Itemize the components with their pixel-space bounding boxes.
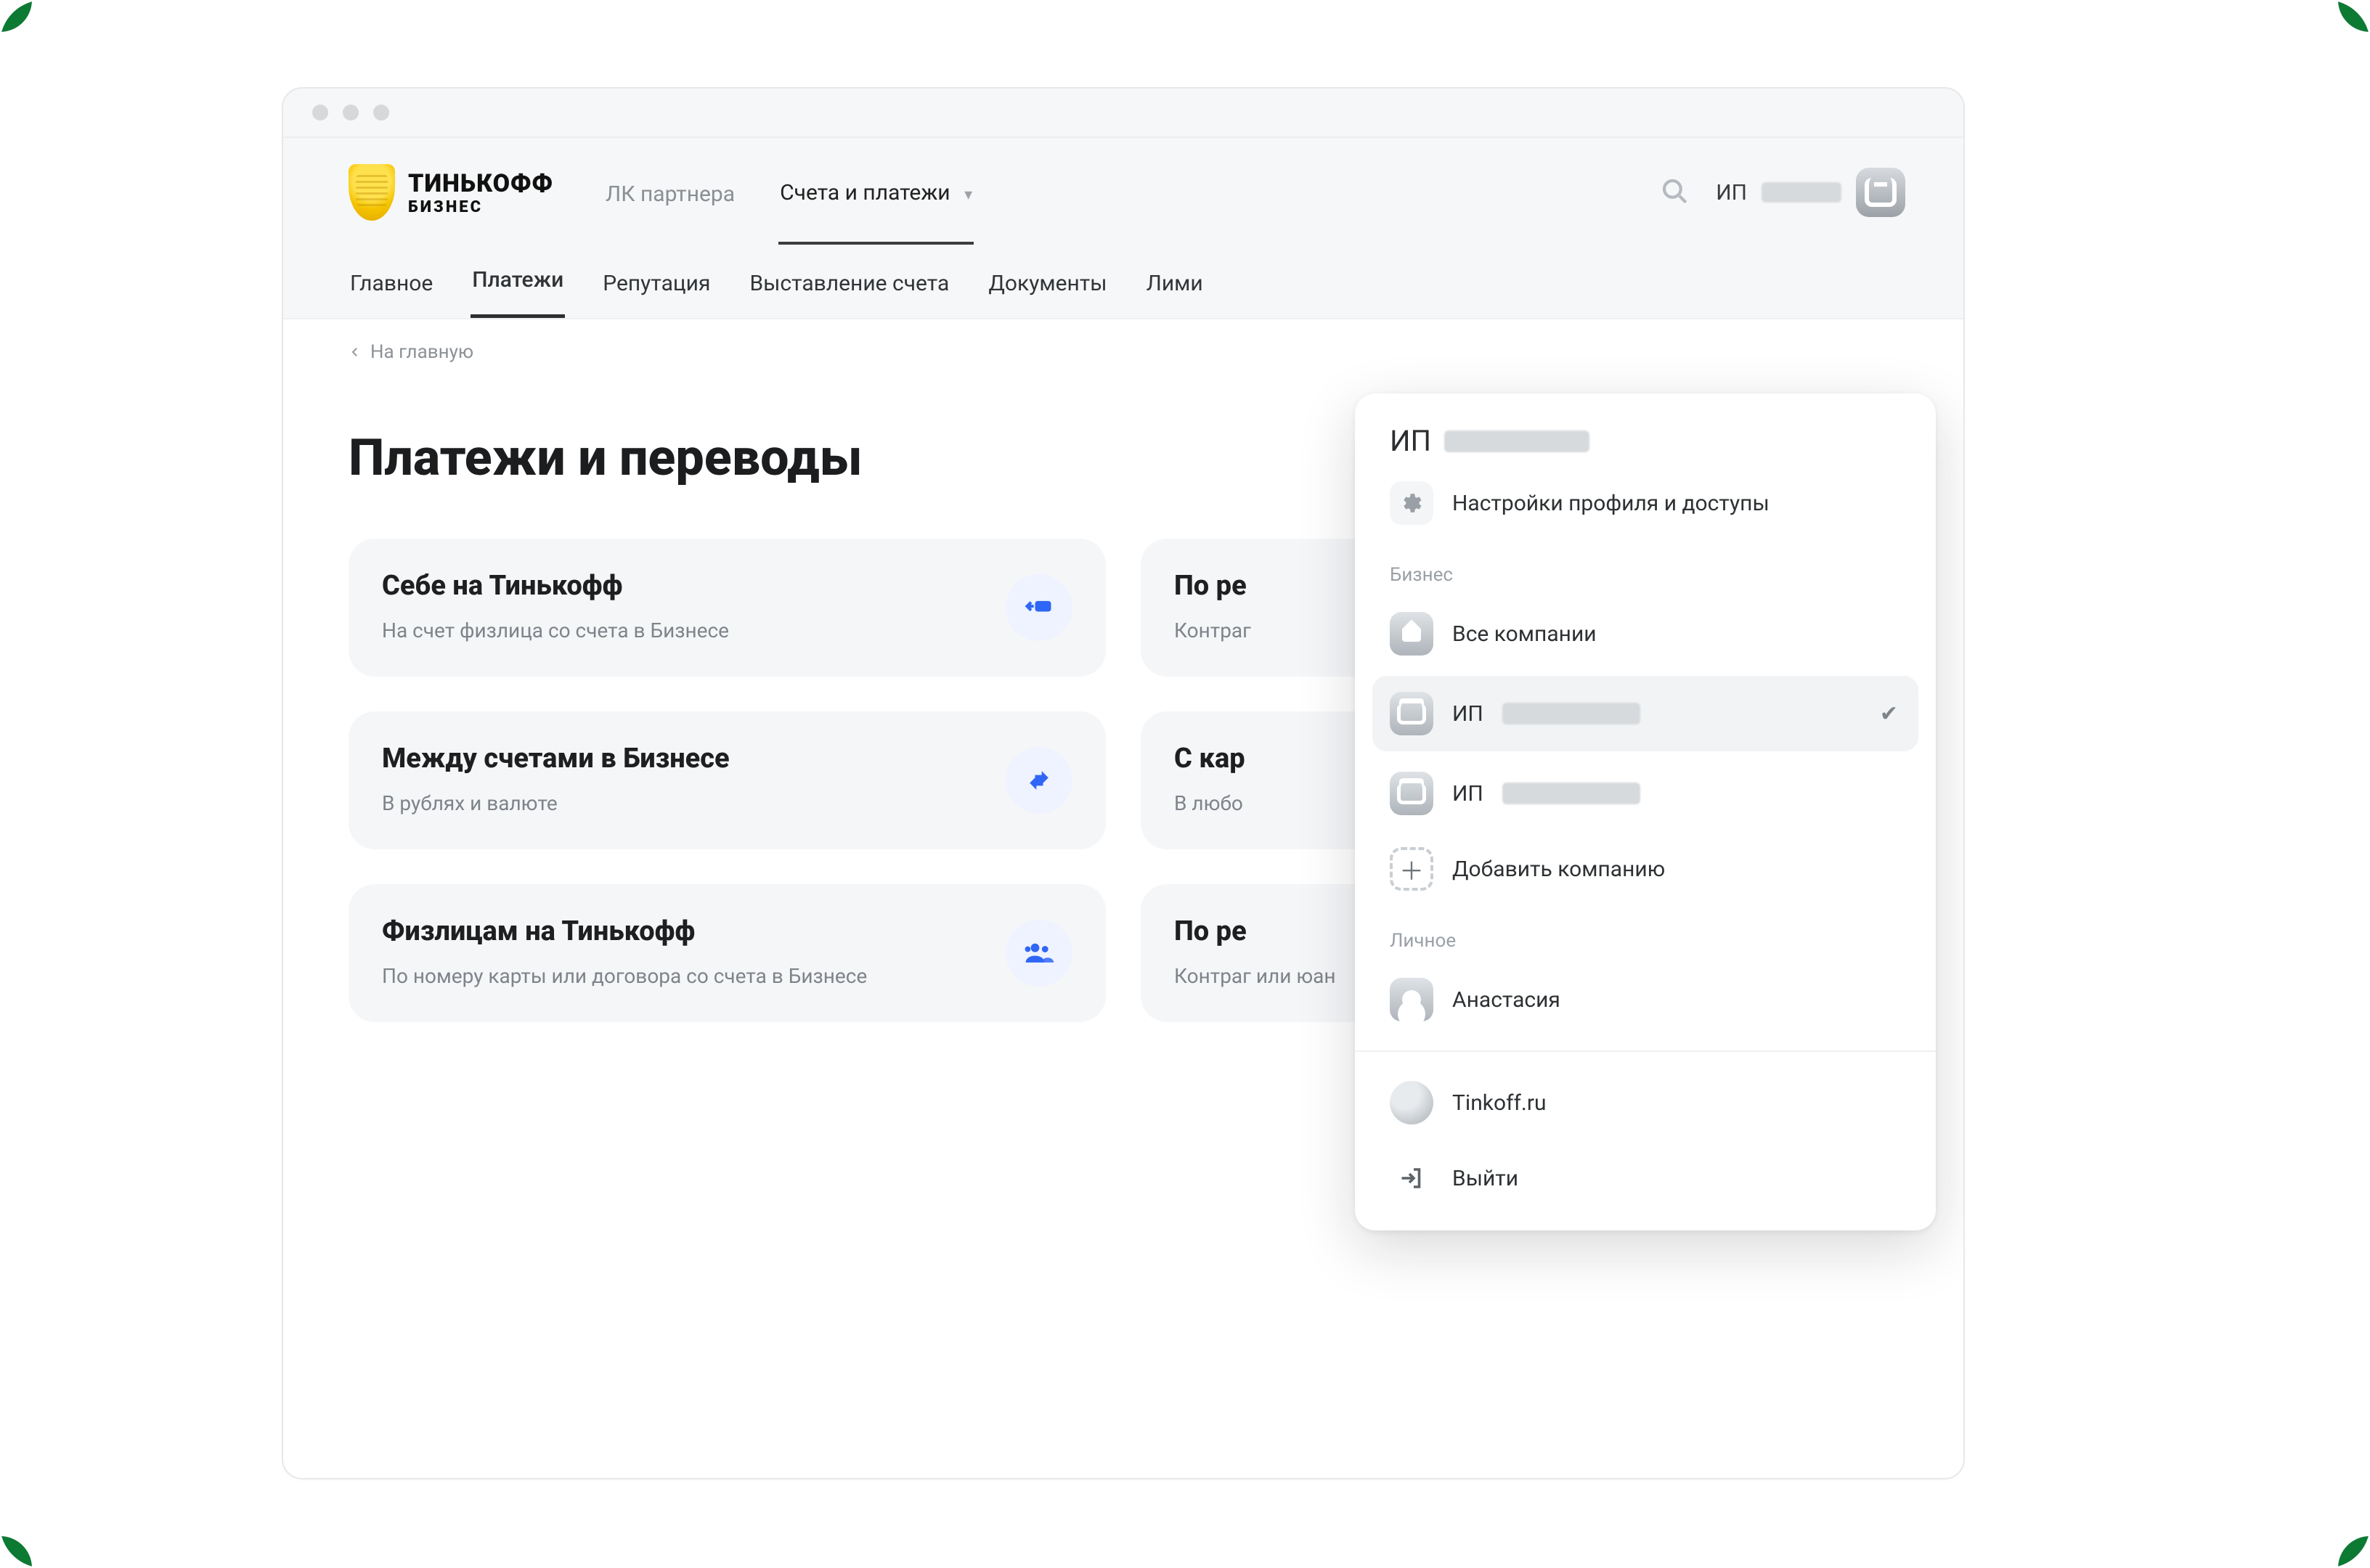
breadcrumb-back[interactable]: На главную [349,341,1898,363]
user-chip[interactable]: ИП [1716,168,1905,217]
top-nav: ТИНЬКОФФ БИЗНЕС ЛК партнера Счета и плат… [283,138,1963,247]
company1-redacted [1502,703,1640,724]
menu-add-company[interactable]: ＋ Добавить компанию [1355,831,1936,907]
sub-nav: Главное Платежи Репутация Выставление сч… [283,247,1963,319]
home-icon [1390,612,1433,656]
menu-personal-profile[interactable]: Анастасия [1355,962,1936,1037]
user-prefix: ИП [1716,180,1747,205]
person-icon [1390,978,1433,1021]
briefcase-icon [1856,168,1905,217]
company-name-redacted [1444,430,1589,452]
profile-menu: ИП Настройки профиля и доступы Бизнес Вс… [1355,393,1936,1230]
brand-line1: ТИНЬКОФФ [408,169,553,198]
window-min-dot[interactable] [343,105,359,121]
people-icon [1006,920,1072,987]
tab-limits[interactable]: Лими [1145,271,1205,318]
brand-logo[interactable]: ТИНЬКОФФ БИЗНЕС [349,164,553,221]
menu-company-2[interactable]: ИП [1355,756,1936,831]
briefcase-icon [1390,692,1433,735]
check-icon: ✔ [1880,701,1898,727]
profile-menu-heading: ИП [1355,424,1936,465]
tab-main[interactable]: Главное [349,271,434,318]
briefcase-icon [1390,772,1433,815]
topnav-partner[interactable]: ЛК партнера [604,142,736,243]
menu-tinkoff-ru[interactable]: Tinkoff.ru [1355,1065,1936,1140]
card-between-accounts[interactable]: Между счетами в Бизнесе В рублях и валют… [349,711,1106,849]
menu-profile-settings[interactable]: Настройки профиля и доступы [1355,465,1936,541]
menu-separator [1355,1050,1936,1052]
browser-window: ТИНЬКОФФ БИЗНЕС ЛК партнера Счета и плат… [282,87,1965,1479]
menu-section-business: Бизнес [1355,541,1936,596]
brand-emblem-icon [349,164,395,221]
chevron-down-icon: ▾ [964,186,972,204]
logout-icon [1390,1156,1433,1200]
card-to-persons[interactable]: Физлицам на Тинькофф По номеру карты или… [349,884,1106,1022]
menu-company-1[interactable]: ИП ✔ [1372,676,1918,751]
globe-icon [1390,1081,1433,1124]
window-titlebar [283,89,1963,138]
menu-section-personal: Личное [1355,907,1936,962]
window-max-dot[interactable] [373,105,389,121]
card-self-tinkoff[interactable]: Себе на Тинькофф На счет физлица со счет… [349,539,1106,677]
plus-icon: ＋ [1390,847,1433,891]
menu-all-companies[interactable]: Все компании [1355,596,1936,671]
tab-invoice[interactable]: Выставление счета [748,271,950,318]
gear-icon [1390,481,1433,525]
topnav-accounts[interactable]: Счета и платежи ▾ [778,141,974,245]
company2-redacted [1502,783,1640,804]
window-close-dot[interactable] [312,105,328,121]
tab-documents[interactable]: Документы [987,271,1108,318]
tab-payments[interactable]: Платежи [471,267,565,318]
menu-logout[interactable]: Выйти [1355,1140,1936,1216]
tab-reputation[interactable]: Репутация [601,271,712,318]
swap-icon [1006,747,1072,814]
user-name-redacted [1762,182,1841,203]
transfer-card-icon [1006,574,1072,641]
search-icon[interactable] [1659,176,1690,209]
brand-line2: БИЗНЕС [408,198,553,216]
